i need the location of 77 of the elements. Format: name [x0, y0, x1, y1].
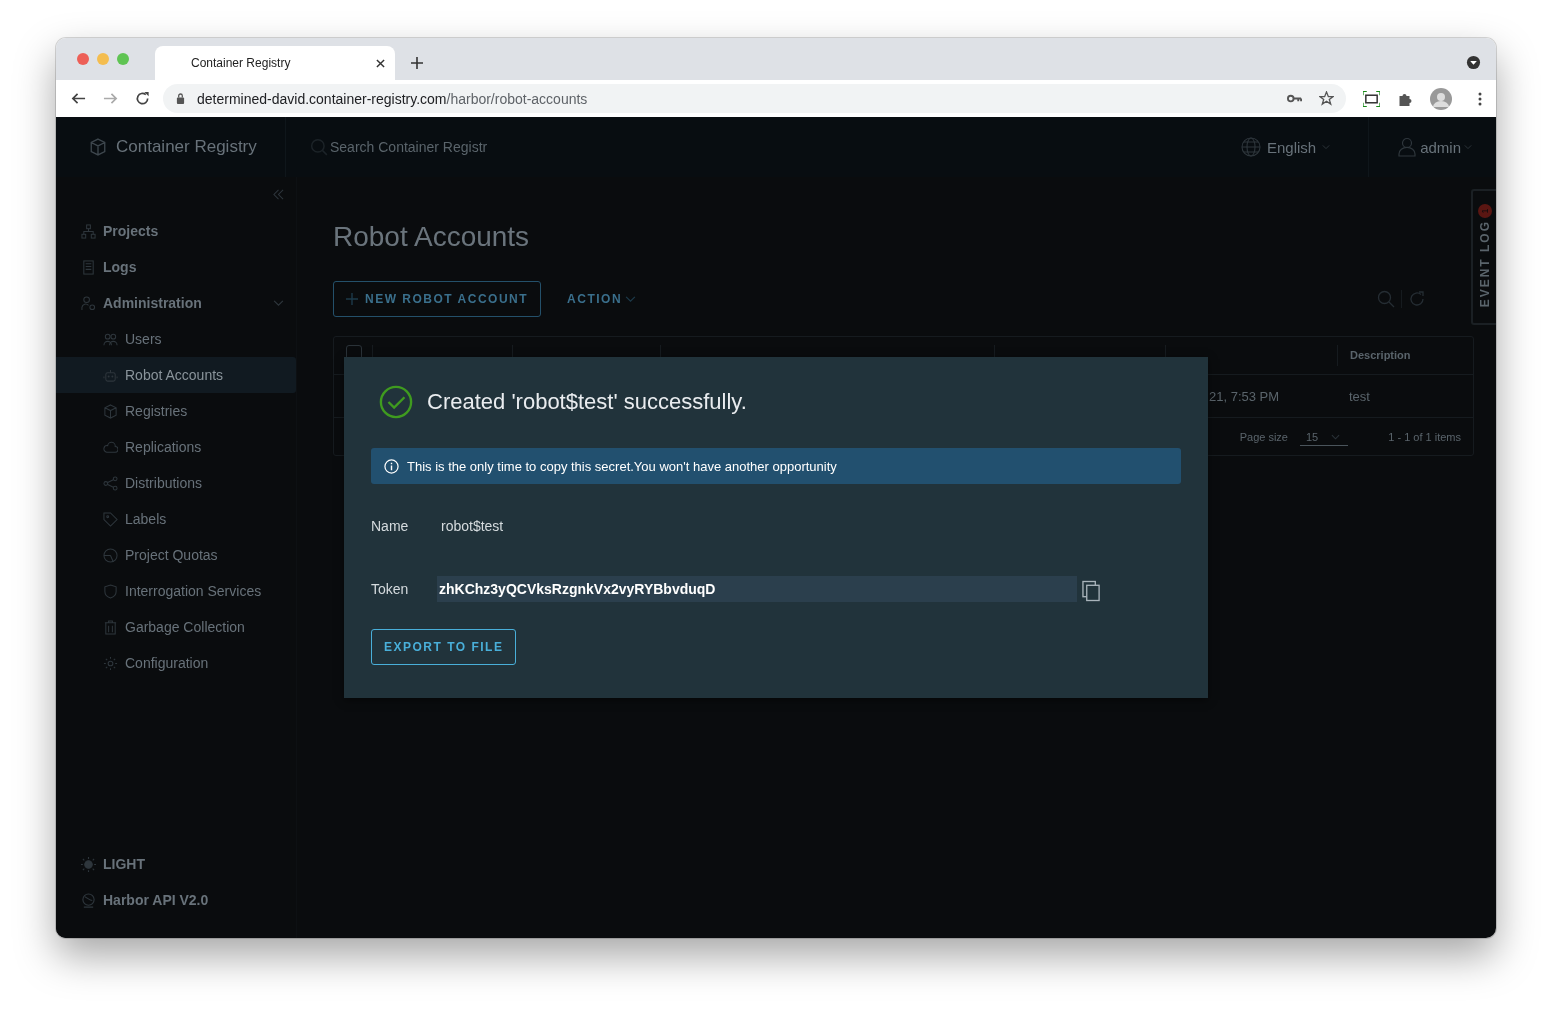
field-label: Token	[371, 581, 410, 597]
more-icon[interactable]	[1478, 90, 1482, 107]
user-menu[interactable]: admin	[1369, 137, 1496, 157]
lock-icon	[176, 93, 185, 104]
theme-toggle[interactable]: LIGHT	[56, 846, 296, 882]
cloud-icon	[103, 439, 118, 455]
sidebar-item[interactable]: Robot Accounts	[56, 357, 296, 393]
cube-icon	[103, 403, 118, 419]
copy-icon[interactable]	[1082, 580, 1101, 602]
sidebar-item[interactable]: Replications	[56, 429, 296, 465]
globe-icon	[81, 892, 96, 908]
sidebar-item[interactable]: Garbage Collection	[56, 609, 296, 645]
screen-capture-icon[interactable]	[1363, 90, 1380, 107]
trash-icon	[103, 619, 118, 635]
page-size-select[interactable]: 15	[1300, 427, 1349, 446]
caret-icon	[1331, 434, 1341, 440]
token-field[interactable]: zhKChz3yQCVksRzgnkVx2vyRYBbvduqD	[437, 576, 1077, 602]
sidebar-item[interactable]: Logs	[56, 249, 296, 285]
pagination-range: 1 - 1 of 1 items	[1388, 430, 1461, 443]
close-window-button[interactable]	[77, 53, 89, 65]
document-icon	[81, 259, 96, 275]
sidebar-item[interactable]: Interrogation Services	[56, 573, 296, 609]
sidebar-item[interactable]: Administration	[56, 285, 296, 321]
new-robot-account-button[interactable]: NEW ROBOT ACCOUNT	[333, 281, 542, 317]
star-icon[interactable]	[1319, 91, 1334, 106]
browser-tab[interactable]: Container Registry	[155, 46, 395, 80]
robot-icon	[103, 367, 118, 383]
gauge-icon	[103, 547, 118, 563]
reload-icon[interactable]	[135, 91, 150, 106]
action-button[interactable]: ACTION	[555, 292, 649, 306]
brand-name[interactable]: Container Registry	[116, 137, 257, 157]
search-icon	[310, 138, 328, 156]
language-menu[interactable]: English	[1240, 117, 1370, 177]
sidebar-item[interactable]: Projects	[56, 213, 296, 249]
column-header[interactable]: Description	[1350, 348, 1411, 361]
sidebar-item[interactable]: Labels	[56, 501, 296, 537]
hierarchy-icon	[81, 223, 96, 239]
sidebar-item[interactable]: Project Quotas	[56, 537, 296, 573]
url-text: determined-david.container-registry.com/harbor/robot-accounts	[197, 90, 588, 107]
page-size-label: Page size	[1239, 430, 1288, 443]
table-cell: test	[1349, 388, 1370, 404]
export-to-file-button[interactable]: EXPORT TO FILE	[371, 629, 517, 665]
back-arrow-icon[interactable]	[71, 91, 86, 106]
sun-icon	[81, 856, 96, 872]
page-title: Robot Accounts	[333, 221, 531, 253]
address-bar[interactable]: determined-david.container-registry.com/harbor/robot-accounts	[163, 84, 1346, 113]
gear-icon	[103, 655, 118, 671]
user-icon	[1397, 137, 1418, 157]
sidebar-item[interactable]: Distributions	[56, 465, 296, 501]
info-icon	[384, 458, 399, 474]
table-cell: 21, 7:53 PM	[1209, 388, 1280, 404]
notification-badge: 1	[1477, 204, 1492, 218]
cube-icon	[89, 138, 107, 156]
alert-text: This is the only time to copy this secret.You won't have another opportunity	[407, 458, 837, 474]
event-log-tab[interactable]: 1 EVENT LOG	[1471, 189, 1496, 325]
tag-icon	[103, 511, 118, 527]
plus-icon	[346, 293, 358, 305]
avatar-icon[interactable]	[1430, 87, 1452, 110]
tab-search-icon[interactable]	[1466, 55, 1481, 70]
close-icon[interactable]	[376, 58, 385, 68]
check-circle-icon	[379, 385, 413, 419]
dialog-title: Created 'robot$test' successfully.	[427, 389, 747, 415]
users-icon	[103, 331, 118, 347]
sidebar-item[interactable]: Configuration	[56, 645, 296, 681]
user-gear-icon	[81, 295, 96, 311]
share-icon	[103, 475, 118, 491]
api-link[interactable]: Harbor API V2.0	[56, 882, 296, 918]
new-tab-icon[interactable]	[411, 57, 423, 69]
sidebar-item[interactable]: Registries	[56, 393, 296, 429]
field-label: Name	[371, 518, 410, 534]
shield-icon	[103, 583, 118, 599]
tab-title: Container Registry	[191, 56, 292, 70]
globe-icon	[1240, 137, 1261, 157]
caret-icon	[625, 295, 637, 303]
search-field[interactable]: Search Container Registr	[328, 138, 532, 156]
field-value: robot$test	[440, 518, 504, 534]
sidebar-item[interactable]: Users	[56, 321, 296, 357]
